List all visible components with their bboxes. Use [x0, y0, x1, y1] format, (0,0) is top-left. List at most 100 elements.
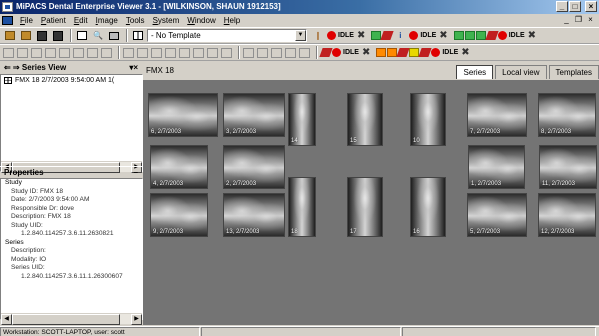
menu-system[interactable]: System — [149, 14, 184, 27]
text-icon[interactable] — [285, 47, 296, 58]
rotate-left-icon[interactable] — [45, 47, 56, 58]
ruler-icon[interactable] — [193, 47, 204, 58]
green-sensor-icon-3[interactable] — [464, 31, 475, 40]
orange-sensor-icon[interactable] — [376, 48, 387, 57]
shape-icon[interactable] — [299, 47, 310, 58]
record-icon-4[interactable] — [332, 48, 341, 57]
menu-file[interactable]: File — [16, 14, 37, 27]
xray-image[interactable]: 18 — [288, 177, 316, 237]
menu-patient[interactable]: Patient — [37, 14, 70, 27]
mdi-minimize-button[interactable]: _ — [561, 15, 572, 25]
open-patient-icon[interactable] — [3, 29, 17, 42]
xray-image[interactable]: 10 — [410, 93, 446, 146]
scroll-left-icon[interactable]: ◀ — [1, 314, 12, 325]
mdi-restore-button[interactable]: ❐ — [573, 15, 584, 25]
xray-caption: 7, 2/7/2003 — [470, 129, 501, 135]
xray-caption: 15 — [350, 138, 357, 144]
scroll-thumb[interactable] — [12, 314, 120, 325]
scroll-right-icon[interactable]: ▶ — [131, 314, 142, 325]
crop-icon[interactable] — [137, 47, 148, 58]
histogram-icon[interactable] — [221, 47, 232, 58]
invert-icon[interactable] — [101, 47, 112, 58]
document-icon[interactable] — [2, 16, 13, 25]
record-icon[interactable] — [327, 31, 336, 40]
xray-image[interactable]: 16 — [410, 177, 446, 237]
capture-tool-icon-3[interactable]: ✖ — [528, 30, 536, 41]
xray-image[interactable]: 17 — [347, 177, 383, 237]
contrast-icon[interactable] — [271, 47, 282, 58]
status-workstation: Workstation: SCOTT-LAPTOP, user: scott — [0, 327, 200, 336]
green-sensor-icon-2[interactable] — [453, 31, 464, 40]
xray-image[interactable]: 6, 2/7/2003 — [148, 93, 218, 137]
xray-image[interactable]: 8, 2/7/2003 — [538, 93, 596, 137]
xray-caption: 1, 2/7/2003 — [471, 181, 502, 187]
chevron-down-icon[interactable]: ▼ — [295, 30, 306, 41]
xray-image[interactable]: 3, 2/7/2003 — [223, 93, 285, 137]
close-button[interactable]: × — [585, 1, 597, 12]
xray-image[interactable]: 5, 2/7/2003 — [467, 193, 527, 237]
record-icon-3[interactable] — [497, 31, 507, 40]
info-icon[interactable]: i — [393, 29, 407, 42]
save-all-icon[interactable] — [51, 29, 65, 42]
xray-image[interactable]: 7, 2/7/2003 — [467, 93, 527, 137]
minimize-button[interactable]: _ — [556, 1, 568, 12]
mdi-close-button[interactable]: × — [585, 15, 596, 25]
save-icon[interactable] — [35, 29, 49, 42]
record-icon-2[interactable] — [409, 31, 419, 40]
select-tool-icon[interactable] — [3, 47, 14, 58]
xray-image[interactable]: 11, 2/7/2003 — [539, 145, 597, 189]
xray-image[interactable]: 1, 2/7/2003 — [468, 145, 525, 189]
xray-image[interactable]: 14 — [288, 93, 316, 146]
series-view-close-button[interactable]: ▾× — [129, 62, 138, 74]
capture-tool-icon-5[interactable]: ✖ — [461, 47, 469, 58]
rotate-right-icon[interactable] — [59, 47, 70, 58]
xray-image[interactable]: 2, 2/7/2003 — [223, 145, 285, 189]
tab-templates[interactable]: Templates — [548, 65, 599, 79]
angle-icon[interactable] — [207, 47, 218, 58]
record-icon-5[interactable] — [431, 48, 441, 57]
red-sensor-icon[interactable] — [380, 31, 394, 40]
flip-icon[interactable] — [73, 47, 84, 58]
menu-edit[interactable]: Edit — [70, 14, 92, 27]
green-sensor-icon-4[interactable] — [475, 31, 486, 40]
probe-icon[interactable]: ❙ — [311, 29, 325, 42]
tab-series[interactable]: Series — [456, 65, 494, 79]
sharpen-icon[interactable] — [257, 47, 268, 58]
undo-icon[interactable] — [17, 47, 28, 58]
menu-image[interactable]: Image — [92, 14, 122, 27]
xray-image[interactable]: 12, 2/7/2003 — [538, 193, 596, 237]
find-icon[interactable]: 🔍 — [91, 29, 105, 42]
template-select[interactable]: - No Template ▼ — [147, 29, 307, 42]
menu-window[interactable]: Window — [183, 14, 219, 27]
tab-local-view[interactable]: Local view — [495, 65, 547, 79]
red-sensor-icon-5[interactable] — [418, 48, 432, 57]
xray-image[interactable]: 9, 2/7/2003 — [150, 193, 208, 237]
series-row[interactable]: FMX 18 2/7/2003 9:54:00 AM 1( — [1, 75, 142, 86]
maximize-button[interactable]: □ — [569, 1, 581, 12]
red-sensor-icon-3[interactable] — [319, 48, 333, 57]
xray-image[interactable]: 13, 2/7/2003 — [223, 193, 285, 237]
mirror-icon[interactable] — [87, 47, 98, 58]
red-sensor-icon-4[interactable] — [396, 48, 410, 57]
filter-icon[interactable] — [243, 47, 254, 58]
open-study-icon[interactable] — [19, 29, 33, 42]
red-sensor-icon-2[interactable] — [485, 31, 499, 40]
back-forward-icon[interactable]: ⇐ ⇒ — [4, 63, 22, 72]
layout-grid-icon[interactable] — [131, 29, 145, 42]
properties-hscrollbar[interactable]: ◀ ▶ — [1, 313, 142, 325]
line-tool-icon[interactable] — [179, 47, 190, 58]
menu-help[interactable]: Help — [220, 14, 244, 27]
capture-tool-icon-4[interactable]: ✖ — [362, 47, 370, 58]
xray-image[interactable]: 4, 2/7/2003 — [150, 145, 208, 189]
new-window-icon[interactable] — [75, 29, 89, 42]
capture-tool-icon-2[interactable]: ✖ — [439, 30, 447, 41]
measure-icon[interactable] — [151, 47, 162, 58]
print-icon[interactable] — [107, 29, 121, 42]
xray-caption: 13, 2/7/2003 — [226, 229, 260, 235]
menu-tools[interactable]: Tools — [122, 14, 149, 27]
xray-image[interactable]: 15 — [347, 93, 383, 146]
capture-tool-icon[interactable]: ✖ — [357, 30, 365, 41]
zoom-icon[interactable] — [123, 47, 134, 58]
magnifier-icon[interactable] — [165, 47, 176, 58]
redo-icon[interactable] — [31, 47, 42, 58]
